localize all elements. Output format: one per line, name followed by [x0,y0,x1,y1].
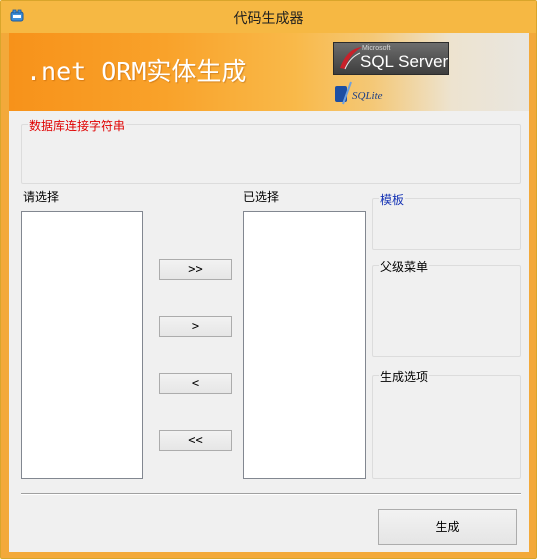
generate-button[interactable]: 生成 [378,509,517,545]
sql-server-logo: Microsoft SQL Server [333,42,449,75]
available-tables-list[interactable] [21,211,143,479]
selected-tables-label: 已选择 [243,190,280,204]
generate-options-label: 生成选项 [379,368,430,385]
client-area: .net ORM实体生成 Microsoft SQL Server SQLite… [9,33,529,552]
connection-string-label: 数据库连接字符串 [28,117,127,134]
banner-title: .net ORM实体生成 [26,57,247,86]
generate-options-group: 生成选项 [372,368,521,479]
header-banner: .net ORM实体生成 Microsoft SQL Server SQLite [9,33,529,111]
template-group: 模板 [372,191,521,250]
connection-string-group: 数据库连接字符串 [21,117,521,184]
add-all-button[interactable]: >> [159,259,232,280]
available-tables-label: 请选择 [23,190,60,204]
add-one-button[interactable]: > [159,316,232,337]
parent-menu-group: 父级菜单 [372,258,521,357]
remove-one-button[interactable]: < [159,373,232,394]
title-bar[interactable]: 代码生成器 [1,1,536,33]
separator-line [21,493,521,495]
main-window: 代码生成器 .net ORM实体生成 Microsoft SQL Server … [0,0,537,559]
window-title: 代码生成器 [233,11,304,27]
selected-tables-list[interactable] [243,211,366,479]
remove-all-button[interactable]: << [159,430,232,451]
template-label: 模板 [379,191,406,208]
parent-menu-label: 父级菜单 [379,258,430,275]
sql-server-logo-text: SQL Server [360,52,449,71]
sqlite-logo-text: SQLite [352,90,383,102]
sql-server-logo-vendor: Microsoft [362,45,391,52]
sqlite-logo: SQLite [333,80,403,106]
